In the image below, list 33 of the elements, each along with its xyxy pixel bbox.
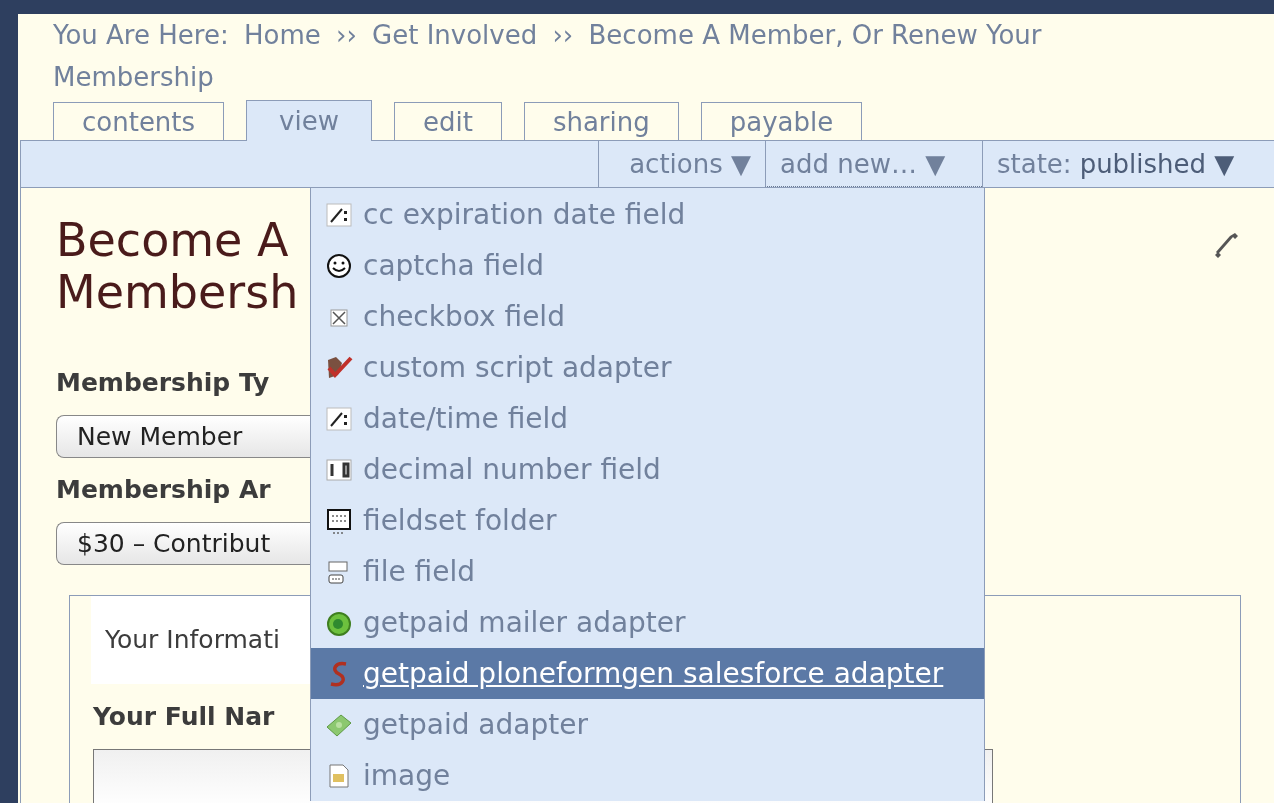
- menu-item[interactable]: getpaid ploneformgen salesforce adapter: [311, 648, 984, 699]
- add-new-menu[interactable]: add new… ▼: [765, 141, 982, 187]
- menu-item[interactable]: captcha field: [311, 240, 984, 291]
- actions-menu[interactable]: actions ▼: [598, 141, 765, 187]
- menu-item[interactable]: cc expiration date field: [311, 189, 984, 240]
- tab[interactable]: contents: [53, 102, 225, 140]
- menu-item[interactable]: fieldset folder: [311, 495, 984, 546]
- slash-dots-icon: [325, 200, 353, 229]
- menu-item[interactable]: date/time field: [311, 393, 984, 444]
- menu-item[interactable]: checkbox field: [311, 291, 984, 342]
- menu-item[interactable]: file field: [311, 546, 984, 597]
- slash-dots-icon: [325, 404, 353, 433]
- page-title: Membersh: [56, 266, 300, 318]
- menu-item[interactable]: getpaid adapter: [311, 699, 984, 750]
- wrench-icon[interactable]: [1213, 231, 1239, 259]
- select-field[interactable]: New Member: [56, 415, 311, 458]
- menu-item[interactable]: decimal number field: [311, 444, 984, 495]
- page-title: Become A: [56, 214, 290, 266]
- menu-item[interactable]: custom script adapter: [311, 342, 984, 393]
- state-menu[interactable]: state: published ▼: [982, 141, 1274, 187]
- tab[interactable]: edit: [393, 102, 502, 140]
- menu-item[interactable]: getpaid mailer adapter: [311, 597, 984, 648]
- fieldset-legend: Your Informati: [91, 596, 312, 684]
- field-label: Membership Ar: [56, 475, 271, 505]
- tab[interactable]: view: [246, 100, 372, 141]
- smiley-icon: [325, 251, 353, 280]
- select-field[interactable]: $30 – Contribut: [56, 522, 311, 565]
- tab[interactable]: sharing: [523, 102, 679, 140]
- field-label: Your Full Nar: [93, 702, 275, 732]
- tab[interactable]: payable: [700, 102, 863, 140]
- menu-item[interactable]: image: [311, 750, 984, 801]
- field-label: Membership Ty: [56, 368, 270, 398]
- list-box-icon: [325, 506, 353, 535]
